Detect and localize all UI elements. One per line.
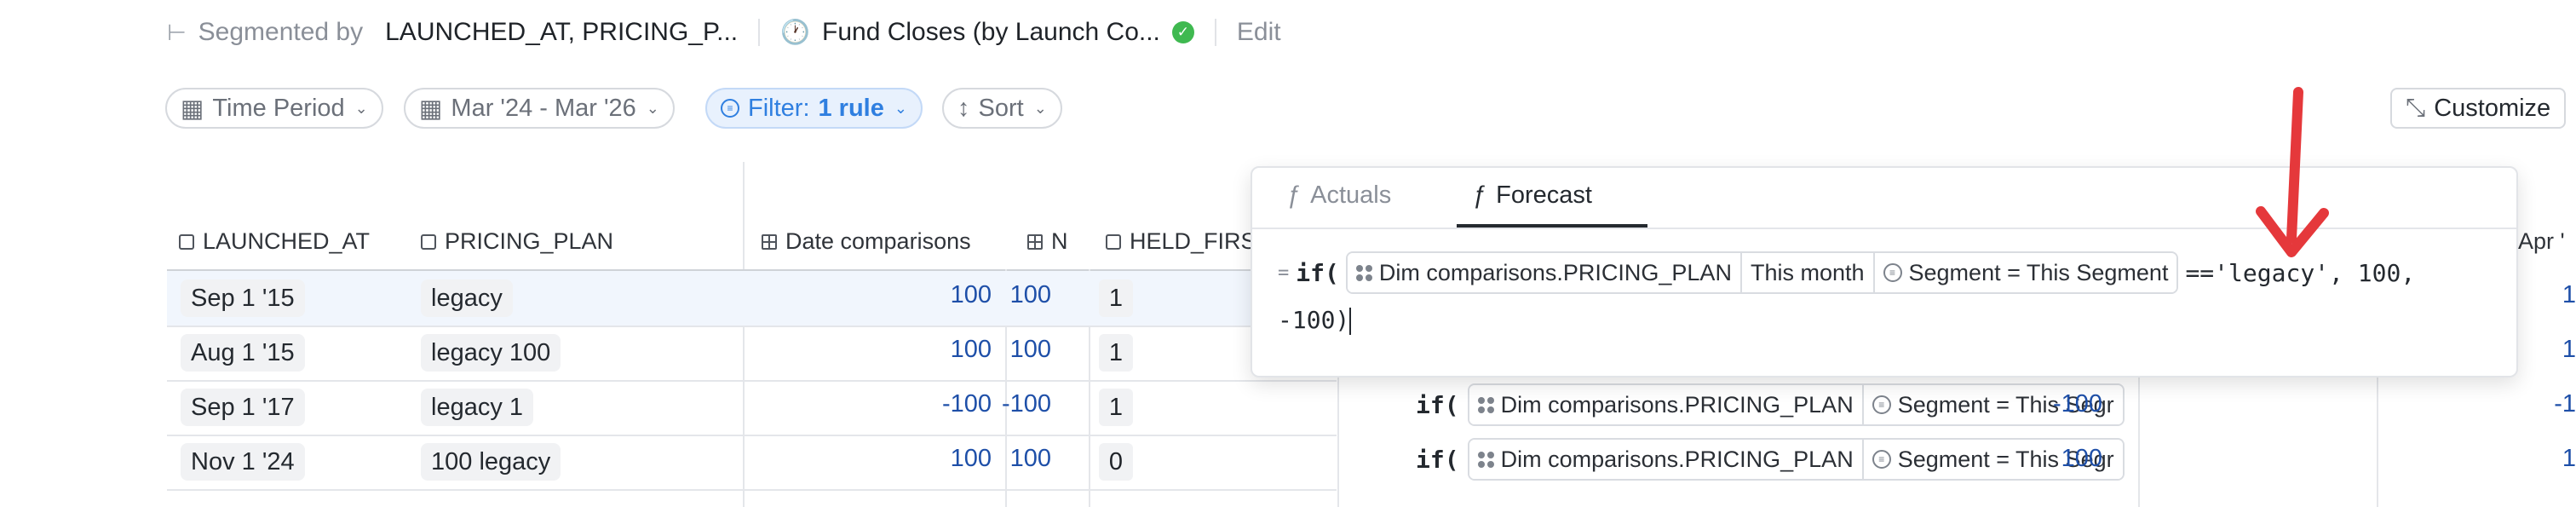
dimension-icon	[1477, 396, 1494, 413]
function-icon: ƒ	[1286, 181, 1301, 209]
annotation-arrow	[2256, 87, 2329, 257]
date-range-label: Mar '24 - Mar '26	[451, 94, 636, 122]
text-cursor	[1349, 308, 1352, 335]
dimension-token[interactable]: Dim comparisons.PRICING_PLAN	[1347, 253, 1742, 292]
column-header-date-comparisons[interactable]: Date comparisons	[762, 228, 971, 255]
time-period-label: Time Period	[212, 94, 345, 122]
column-header-launched-at[interactable]: LAUNCHED_AT	[179, 228, 370, 255]
plan-chip[interactable]: 100 legacy	[421, 443, 561, 481]
tab-forecast[interactable]: ƒ Forecast	[1472, 181, 1592, 210]
far-right-value: 1	[2562, 281, 2576, 308]
segmented-by-label: Segmented by	[198, 18, 364, 46]
check-icon: ✓	[1171, 21, 1194, 43]
column-header-held-first[interactable]: HELD_FIRS	[1106, 228, 1256, 255]
n-value: 100	[1009, 281, 1051, 308]
dimension-icon	[179, 233, 194, 250]
chevron-down-icon: ⌄	[894, 99, 907, 117]
forecast-value: -100	[2052, 390, 2102, 418]
date-chip[interactable]: Nov 1 '24	[181, 443, 305, 481]
date-chip[interactable]: Sep 1 '15	[181, 279, 305, 317]
filter-icon: ≡	[721, 99, 739, 118]
date-range-button[interactable]: ▦ Mar '24 - Mar '26 ⌄	[404, 88, 675, 129]
hierarchy-icon: ⊢	[167, 20, 187, 45]
clock-icon: 🕐	[780, 19, 811, 45]
filter-value: 1 rule	[818, 94, 884, 122]
table-icon	[1027, 233, 1043, 250]
n-value: 100	[1009, 336, 1051, 363]
calendar-icon: ▦	[181, 95, 204, 123]
filter-icon: ≡	[1872, 450, 1891, 469]
plan-chip[interactable]: legacy 100	[421, 334, 561, 372]
dimension-token: Dim comparisons.PRICING_PLAN	[1469, 440, 1864, 479]
date-comparisons-value: 100	[950, 281, 992, 308]
n-value: -100	[1001, 390, 1051, 418]
filter-icon: ≡	[1883, 263, 1902, 282]
held-first-value: 0	[1099, 443, 1133, 481]
date-comparisons-value: -100	[941, 390, 992, 418]
time-period-button[interactable]: ▦ Time Period ⌄	[165, 88, 383, 129]
held-first-value: 1	[1099, 334, 1133, 372]
segmented-by-value[interactable]: LAUNCHED_AT, PRICING_P...	[385, 15, 738, 49]
dimension-icon	[1355, 264, 1372, 281]
sort-icon: ↕	[957, 94, 970, 122]
dimension-icon	[421, 233, 436, 250]
segment-token[interactable]: ≡ Segment = This Segment	[1874, 253, 2177, 292]
held-first-value: 1	[1099, 279, 1133, 317]
filter-label: Filter:	[748, 94, 810, 122]
far-right-value: 1	[2562, 336, 2576, 363]
customize-label: Customize	[2434, 94, 2551, 122]
dimension-icon	[1477, 451, 1494, 468]
column-header-apr[interactable]: Apr '	[2518, 228, 2565, 255]
period-token[interactable]: This month	[1741, 253, 1875, 292]
chevron-down-icon: ⌄	[354, 99, 368, 117]
column-header-pricing-plan[interactable]: PRICING_PLAN	[421, 228, 613, 255]
dimension-icon	[1106, 233, 1121, 250]
customize-icon: ⤡	[2406, 94, 2426, 122]
far-right-value: 1	[2562, 445, 2576, 472]
forecast-value: 100	[2061, 445, 2102, 472]
function-icon: ƒ	[1472, 181, 1486, 209]
formula-cell[interactable]: if( Dim comparisons.PRICING_PLAN ≡ Segmen…	[1416, 438, 2125, 481]
dimension-token: Dim comparisons.PRICING_PLAN	[1469, 385, 1864, 424]
sort-label: Sort	[978, 94, 1024, 122]
chevron-down-icon: ⌄	[1033, 99, 1047, 117]
chevron-down-icon: ⌄	[646, 99, 659, 117]
calendar-icon: ▦	[419, 95, 443, 123]
plan-chip[interactable]: legacy	[421, 279, 513, 317]
date-chip[interactable]: Aug 1 '15	[181, 334, 305, 372]
column-header-n[interactable]: N	[1027, 228, 1068, 255]
far-right-value: -1	[2554, 390, 2576, 418]
edit-link[interactable]: Edit	[1237, 15, 1281, 49]
held-first-value: 1	[1099, 389, 1133, 426]
plan-chip[interactable]: legacy 1	[421, 389, 534, 426]
formula-cell[interactable]: if( Dim comparisons.PRICING_PLAN ≡ Segmen…	[1416, 383, 2125, 426]
n-value: 100	[1009, 445, 1051, 472]
sort-button[interactable]: ↕ Sort ⌄	[942, 88, 1062, 129]
customize-button[interactable]: ⤡ Customize	[2390, 88, 2567, 129]
table-row-selected-bg	[167, 271, 1337, 326]
breadcrumb: ⊢ Segmented by LAUNCHED_AT, PRICING_P...…	[167, 15, 1281, 49]
table-icon	[762, 233, 777, 250]
date-chip[interactable]: Sep 1 '17	[181, 389, 305, 426]
filter-icon: ≡	[1872, 395, 1891, 414]
filter-button[interactable]: ≡ Filter: 1 rule ⌄	[705, 88, 923, 129]
date-comparisons-value: 100	[950, 336, 992, 363]
tab-actuals[interactable]: ƒ Actuals	[1286, 181, 1391, 210]
date-comparisons-value: 100	[950, 445, 992, 472]
metric-name[interactable]: Fund Closes (by Launch Co...	[822, 15, 1160, 49]
